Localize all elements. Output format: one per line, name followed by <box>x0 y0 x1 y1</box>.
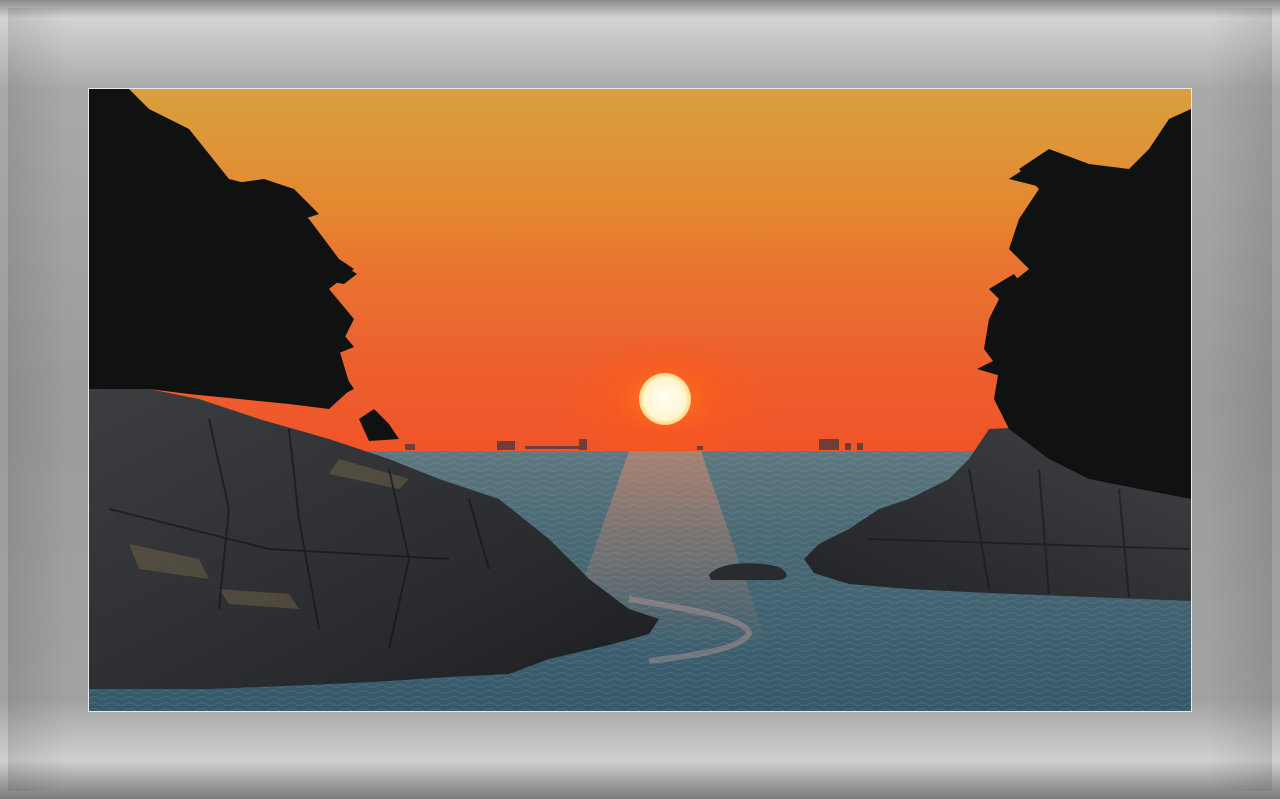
ship <box>525 446 585 449</box>
sunset-photo <box>88 88 1192 712</box>
photo-canvas <box>89 89 1191 711</box>
ship <box>579 439 587 450</box>
ship <box>405 444 415 450</box>
ship <box>819 439 839 450</box>
sun <box>639 373 691 425</box>
ship <box>845 443 851 450</box>
picture-frame <box>0 0 1280 799</box>
ship <box>497 441 515 450</box>
ship <box>697 446 703 450</box>
ship <box>857 443 863 450</box>
